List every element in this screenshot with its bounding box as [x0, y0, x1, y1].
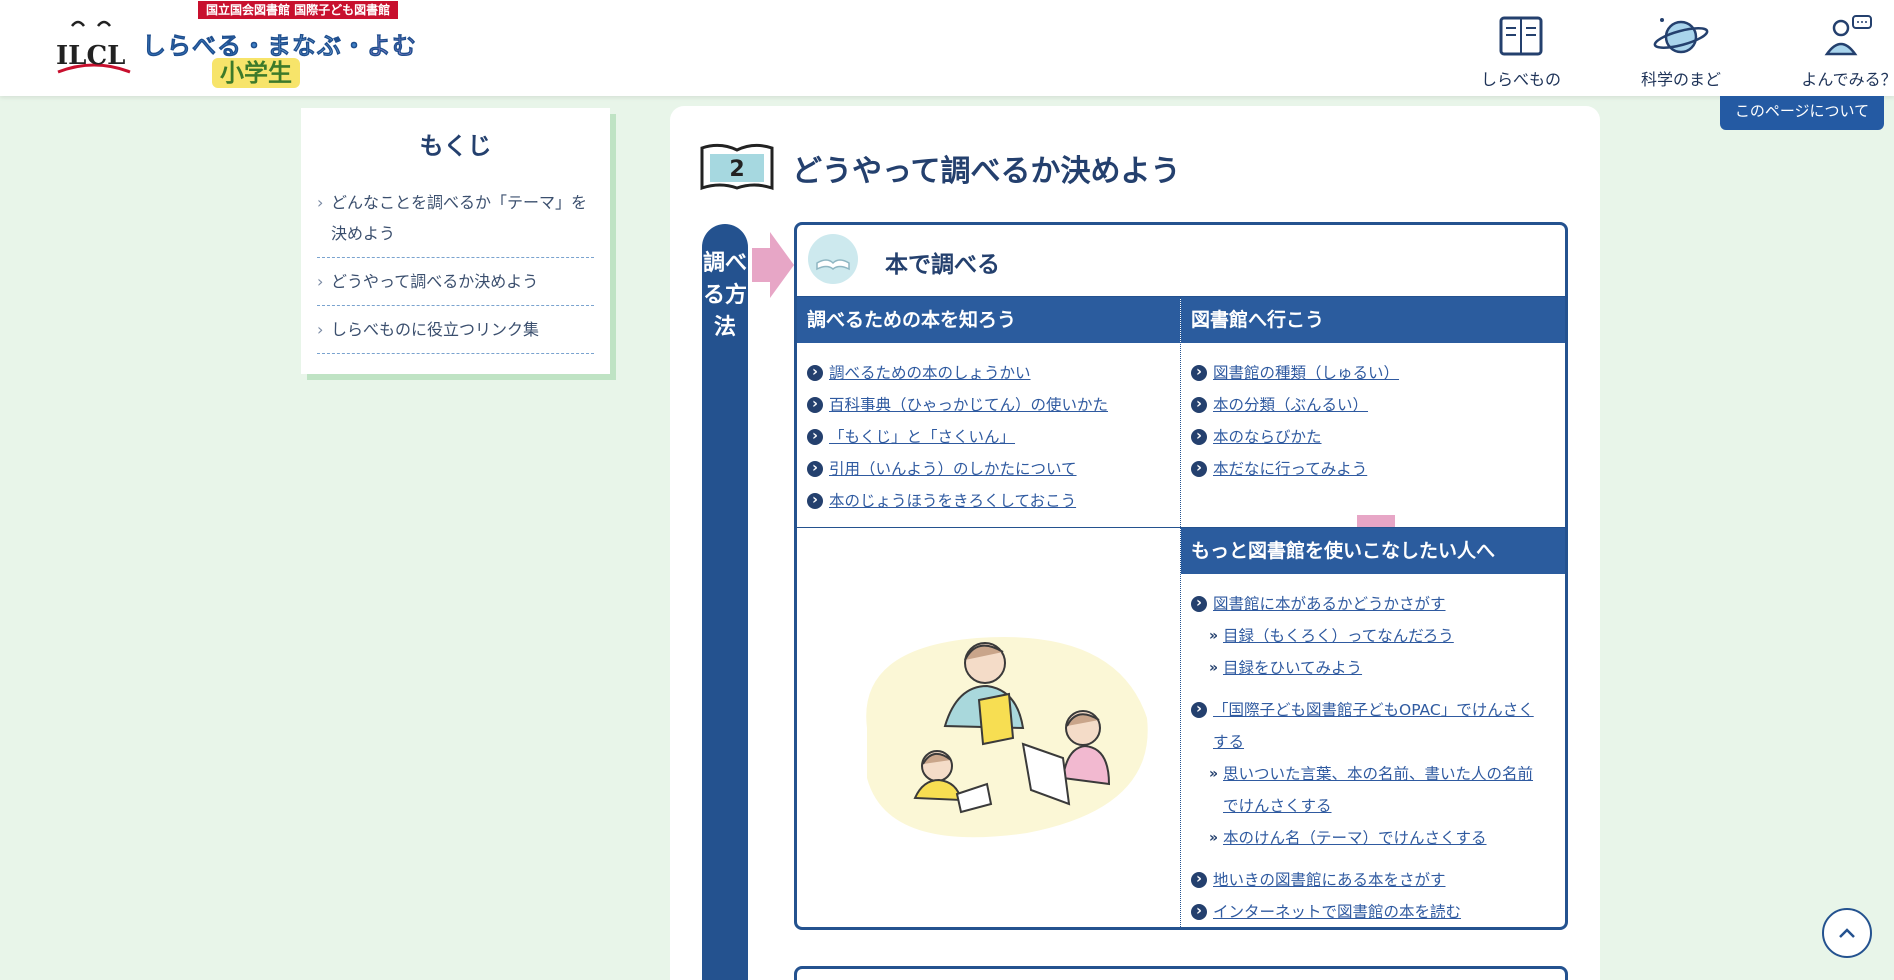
- link-item[interactable]: 地いきの図書館にある本をさがす: [1191, 864, 1565, 896]
- section-heading: 2 どうやって調べるか決めよう: [700, 136, 1400, 196]
- reader-icon: [1824, 15, 1872, 56]
- right-arrow-icon: [752, 232, 794, 298]
- link-item[interactable]: 本だなに行ってみよう: [1191, 453, 1565, 485]
- nav-label: よんでみる？: [1801, 70, 1894, 89]
- site-header: ILCL 国立国会図書館 国際子ども図書館 しらべる・まなぶ・よむ 小学生 しら…: [0, 0, 1894, 96]
- svg-text:ILCL: ILCL: [56, 41, 125, 71]
- chevron-up-icon: [1839, 928, 1855, 938]
- toc-title: もくじ: [419, 132, 492, 160]
- column-header: もっと図書館を使いこなしたい人へ: [1181, 528, 1565, 574]
- column-header: 調べるための本を知ろう: [797, 297, 1180, 343]
- toc-item[interactable]: どんなことを調べるか「テーマ」を決めよう: [317, 179, 594, 258]
- logo-title-dot: ・: [342, 32, 367, 61]
- link-item[interactable]: 「もくじ」と「さくいん」: [807, 421, 1180, 453]
- nav-item-kagaku[interactable]: 科学のまど: [1616, 14, 1746, 90]
- site-logo[interactable]: ILCL 国立国会図書館 国際子ども図書館 しらべる・まなぶ・よむ 小学生: [54, 0, 416, 94]
- back-to-top-button[interactable]: [1822, 908, 1872, 958]
- logo-mark-icon: ILCL: [56, 20, 131, 74]
- logo-title-manabu: まなぶ: [267, 32, 342, 61]
- logo-organization-tag: 国立国会図書館 国際子ども図書館: [198, 1, 399, 19]
- link-item[interactable]: 調べるための本のしょうかい: [807, 357, 1180, 389]
- logo-title-yomu: よむ: [367, 32, 417, 61]
- box-title: 本で調べる: [885, 252, 1000, 278]
- open-book-icon: [808, 234, 858, 284]
- link-item[interactable]: 引用（いんよう）のしかたについて: [807, 453, 1180, 485]
- nav-item-shirabemono[interactable]: しらべもの: [1456, 14, 1586, 90]
- children-reading-illustration: [866, 637, 1148, 838]
- logo-subtitle: 小学生: [212, 58, 300, 88]
- open-book-number-icon: 2: [700, 143, 774, 191]
- illustration-cell: [797, 527, 1181, 927]
- section-title: どうやって調べるか決めよう: [792, 154, 1181, 189]
- link-item[interactable]: 本のじょうほうをきろくしておこう: [807, 485, 1180, 517]
- go-library-column: 図書館へ行こう 図書館の種類（しゅるい） 本の分類（ぶんるい） 本のならびかた …: [1181, 297, 1565, 527]
- toc-item[interactable]: どうやって調べるか決めよう: [317, 258, 594, 306]
- nav-label: 科学のまど: [1640, 70, 1721, 89]
- link-item[interactable]: 百科事典（ひゃっかじてん）の使いかた: [807, 389, 1180, 421]
- logo-title: しらべる・まなぶ・よむ: [142, 26, 417, 61]
- advanced-library-column: もっと図書館を使いこなしたい人へ 図書館に本があるかどうかさがす 目録（もくろく…: [1181, 527, 1565, 927]
- nav-label: しらべもの: [1480, 70, 1561, 89]
- sub-link-item[interactable]: 目録をひいてみよう: [1191, 652, 1565, 684]
- svg-text:2: 2: [729, 157, 744, 182]
- about-page-button[interactable]: このページについて: [1720, 96, 1884, 130]
- table-of-contents: もくじ どんなことを調べるか「テーマ」を決めよう どうやって調べるか決めよう し…: [301, 108, 610, 374]
- planet-icon: [1653, 18, 1709, 54]
- next-method-box: [794, 966, 1568, 980]
- link-item[interactable]: インターネットで図書館の本を読む: [1191, 896, 1565, 927]
- sub-link-item[interactable]: 思いついた言葉、本の名前、書いた人の名前でけんさくする: [1191, 758, 1541, 822]
- know-books-column: 調べるための本を知ろう 調べるための本のしょうかい 百科事典（ひゃっかじてん）の…: [797, 297, 1181, 527]
- box-header: 本で調べる: [797, 225, 1565, 297]
- logo-title-dot: ・: [242, 32, 267, 61]
- method-side-label: 調べる方法: [702, 224, 748, 980]
- side-label-text: 調べる方法: [702, 251, 747, 340]
- sub-link-item[interactable]: 目録（もくろく）ってなんだろう: [1191, 620, 1565, 652]
- link-item[interactable]: 図書館の種類（しゅるい）: [1191, 357, 1565, 389]
- link-item[interactable]: 「国際子ども図書館子どもOPAC」でけんさくする: [1191, 694, 1541, 758]
- main-content: 2 どうやって調べるか決めよう 調べる方法 本で調べる 調べるための本を知ろう …: [670, 106, 1600, 980]
- link-item[interactable]: 本の分類（ぶんるい）: [1191, 389, 1565, 421]
- book-research-box: 本で調べる 調べるための本を知ろう 調べるための本のしょうかい 百科事典（ひゃっ…: [794, 222, 1568, 930]
- book-icon: [1499, 16, 1543, 56]
- nav-item-yondemiru[interactable]: よんでみる？: [1784, 14, 1894, 90]
- toc-item[interactable]: しらべものに役立つリンク集: [317, 306, 594, 354]
- sub-link-item[interactable]: 本のけん名（テーマ）でけんさくする: [1191, 822, 1565, 854]
- link-item[interactable]: 本のならびかた: [1191, 421, 1565, 453]
- link-item[interactable]: 図書館に本があるかどうかさがす: [1191, 588, 1565, 620]
- column-header: 図書館へ行こう: [1181, 297, 1565, 343]
- logo-title-shiraberu: しらべる: [142, 32, 242, 61]
